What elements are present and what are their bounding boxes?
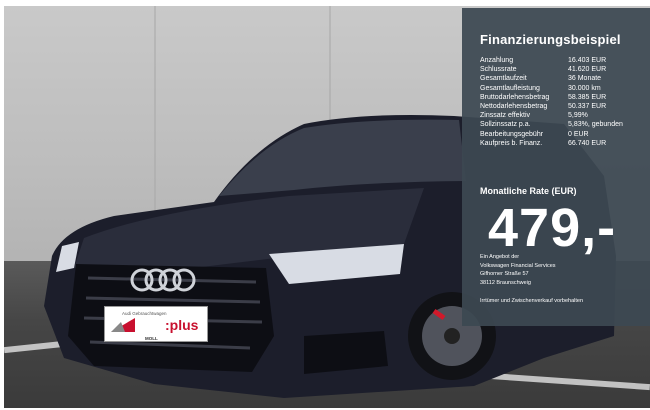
- disclaimer: Irrtümer und Zwischenverkauf vorbehalten: [480, 298, 584, 304]
- financing-row-value: 16.403 EUR: [568, 57, 607, 64]
- financing-title: Finanzierungsbeispiel: [480, 32, 621, 47]
- financing-row-value: 30.000 km: [568, 84, 601, 92]
- provider-line: 38112 Braunschweig: [480, 279, 531, 286]
- ad-banner: Audi Gebrauchtwagen :plus MOLL Finanzier…: [0, 0, 650, 410]
- financing-row: Gesamtlaufzeit 36 Monate: [480, 74, 648, 83]
- financing-row-value: 5,99%: [568, 112, 588, 120]
- financing-row-value: 0 EUR: [568, 130, 589, 138]
- financing-row-label: Nettodarlehensbetrag: [480, 103, 548, 111]
- provider-line: Ein Angebot der: [480, 254, 520, 260]
- financing-row: Bruttodarlehensbetrag 58.385 EUR: [480, 93, 648, 102]
- financing-row-label: Schlussrate: [480, 66, 517, 74]
- provider-line: Volkswagen Financial Services: [480, 262, 556, 269]
- financing-row-label: Sollzinssatz p.a.: [480, 121, 531, 129]
- financing-row: Bearbeitungsgebühr 0 EUR: [480, 130, 648, 139]
- financing-row-value: 58.385 EUR: [568, 93, 607, 101]
- flag-icon: [111, 318, 135, 332]
- financing-row-label: Anzahlung: [480, 57, 514, 64]
- plate-dealer: MOLL: [145, 336, 158, 341]
- financing-row-label: Bruttodarlehensbetrag: [480, 93, 550, 101]
- license-plate: Audi Gebrauchtwagen :plus MOLL: [104, 306, 208, 342]
- provider-line: Gifhorner Straße 57: [480, 271, 529, 278]
- monthly-rate-value: 479,-: [488, 198, 617, 258]
- financing-row-value: 66.740 EUR: [568, 139, 607, 147]
- plate-small-text: Audi Gebrauchtwagen: [122, 311, 167, 316]
- financing-row: Kaufpreis b. Finanz. 66.740 EUR: [480, 139, 648, 148]
- financing-row-value: 50.337 EUR: [568, 103, 607, 111]
- financing-row-value: 36 Monate: [568, 75, 602, 83]
- financing-row: Zinssatz effektiv 5,99%: [480, 111, 648, 120]
- financing-row-label: Zinssatz effektiv: [480, 112, 531, 120]
- financing-row-label: Gesamtlaufleistung: [480, 84, 540, 92]
- financing-row-label: Gesamtlaufzeit: [480, 75, 527, 83]
- financing-row-value: 41.620 EUR: [568, 66, 607, 74]
- plate-brand: :plus: [165, 317, 199, 333]
- monthly-rate-label: Monatliche Rate (EUR): [480, 186, 577, 196]
- financing-rows: Anzahlung 16.403 EUR Schlussrate 41.620 EUR…: [480, 56, 648, 148]
- financing-row-label: Kaufpreis b. Finanz.: [480, 139, 543, 147]
- financing-row: Anzahlung 16.403 EUR: [480, 56, 648, 65]
- financing-row: Gesamtlaufleistung 30.000 km: [480, 84, 648, 93]
- provider-block: Ein Angebot der Volkswagen Financial Serv…: [480, 253, 645, 287]
- financing-row-value: 5,83%, gebunden: [568, 121, 623, 129]
- financing-row: Schlussrate 41.620 EUR: [480, 65, 648, 74]
- financing-row-label: Bearbeitungsgebühr: [480, 130, 544, 138]
- financing-panel: Finanzierungsbeispiel Anzahlung 16.403 EU…: [462, 8, 650, 326]
- financing-row: Sollzinssatz p.a. 5,83%, gebunden: [480, 120, 648, 129]
- financing-row: Nettodarlehensbetrag 50.337 EUR: [480, 102, 648, 111]
